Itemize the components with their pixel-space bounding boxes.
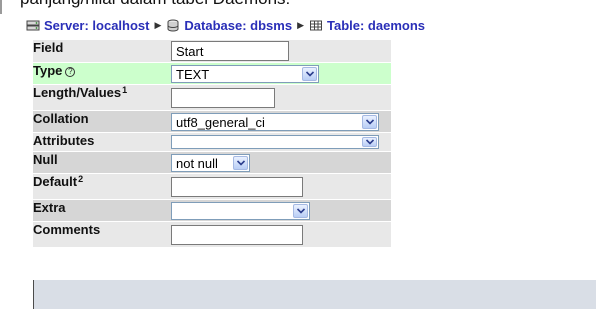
comments-input[interactable] — [171, 224, 303, 245]
row-default: Default2 — [33, 174, 391, 199]
collation-select[interactable]: utf8_general_ci — [171, 112, 379, 131]
chevron-down-icon — [302, 66, 317, 81]
extra-label: Extra — [33, 200, 171, 221]
field-label: Field — [33, 40, 171, 62]
row-length-values: Length/Values1 — [33, 85, 391, 110]
default-label: Default — [33, 174, 78, 189]
bottom-panel — [33, 280, 596, 309]
length-values-label: Length/Values — [33, 85, 122, 100]
breadcrumb-server-label: Server: localhost — [44, 17, 150, 33]
breadcrumb-table[interactable]: Table: daemons — [309, 18, 425, 33]
row-field: Field — [33, 40, 391, 62]
field-properties-form: Field Type? TEXT Length/Values1 Collatio… — [33, 39, 391, 248]
length-values-input[interactable] — [171, 87, 275, 108]
type-label: Type — [33, 63, 63, 78]
table-icon — [309, 19, 323, 32]
type-select-value: TEXT — [176, 66, 210, 82]
comments-label: Comments — [33, 222, 171, 247]
null-select[interactable]: not null — [171, 153, 250, 172]
attributes-select[interactable] — [171, 135, 379, 149]
breadcrumb-database[interactable]: Database: dbsms — [166, 18, 292, 33]
row-extra: Extra — [33, 200, 391, 221]
chevron-down-icon — [293, 203, 308, 218]
breadcrumb: Server: localhost ▶ Database: dbsms ▶ Ta… — [26, 16, 425, 34]
attributes-label: Attributes — [33, 133, 171, 151]
breadcrumb-table-label: Table: daemons — [327, 17, 426, 33]
collation-select-value: utf8_general_ci — [176, 114, 265, 130]
breadcrumb-separator-icon: ▶ — [154, 19, 162, 30]
field-name-input[interactable] — [171, 41, 289, 61]
breadcrumb-database-label: Database: dbsms — [184, 17, 293, 33]
row-attributes: Attributes — [33, 133, 391, 151]
server-icon — [26, 19, 40, 32]
window-edge — [0, 0, 2, 14]
breadcrumb-separator-icon: ▶ — [297, 19, 304, 30]
database-icon — [166, 19, 180, 32]
footnote-marker: 2 — [78, 174, 84, 184]
row-type: Type? TEXT — [33, 63, 391, 84]
chevron-down-icon — [362, 137, 377, 147]
breadcrumb-server[interactable]: Server: localhost — [26, 18, 150, 33]
row-comments: Comments — [33, 222, 391, 247]
footnote-marker: 1 — [122, 85, 128, 95]
help-icon[interactable]: ? — [65, 67, 76, 77]
page-caption: panjang/nilai dalam tabel Daemons: — [20, 0, 290, 9]
null-label: Null — [33, 152, 171, 173]
chevron-down-icon — [233, 155, 248, 170]
default-value-input[interactable] — [171, 176, 303, 197]
row-collation: Collation utf8_general_ci — [33, 111, 391, 132]
type-select[interactable]: TEXT — [171, 64, 319, 83]
chevron-down-icon — [362, 114, 377, 129]
row-null: Null not null — [33, 152, 391, 173]
extra-select[interactable] — [171, 201, 310, 220]
null-select-value: not null — [176, 155, 218, 171]
collation-label: Collation — [33, 111, 171, 132]
